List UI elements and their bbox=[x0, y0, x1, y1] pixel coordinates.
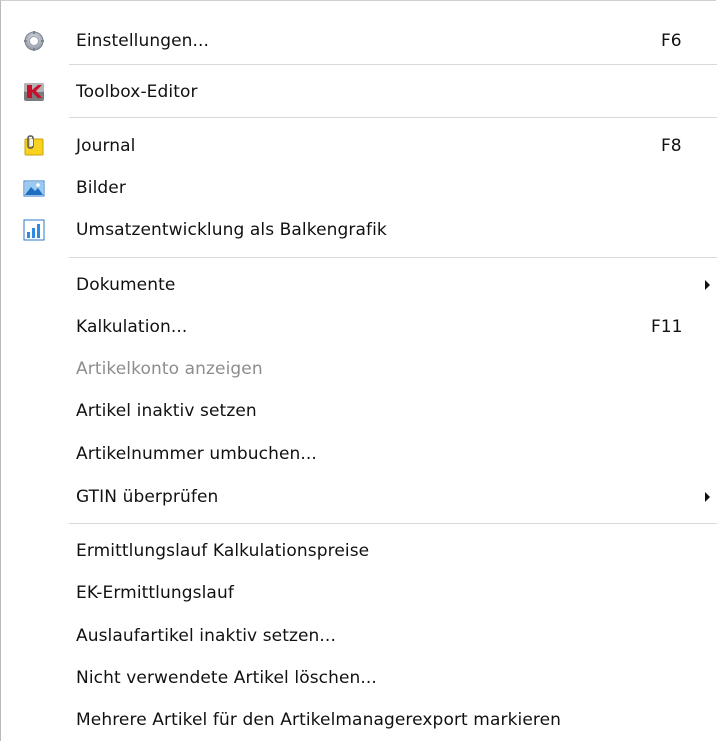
menu-separator bbox=[69, 523, 717, 524]
menu-item-label: Kalkulation... bbox=[76, 317, 188, 337]
bar-chart-icon bbox=[23, 219, 45, 241]
menu-item-label: Mehrere Artikel für den Artikelmanagerex… bbox=[76, 710, 562, 730]
menu-item-label: Artikelkonto anzeigen bbox=[76, 359, 263, 379]
menu-item-label: Bilder bbox=[76, 178, 126, 198]
menu-separator bbox=[69, 257, 717, 258]
menu-item-umsatzentwicklung[interactable]: Umsatzentwicklung als Balkengrafik bbox=[1, 210, 716, 250]
menu-item-label: Auslaufartikel inaktiv setzen... bbox=[76, 626, 336, 646]
submenu-arrow-icon bbox=[705, 492, 710, 502]
menu-item-label: Umsatzentwicklung als Balkengrafik bbox=[76, 220, 387, 240]
menu-item-auslaufartikel-inaktiv-setzen[interactable]: Auslaufartikel inaktiv setzen... bbox=[1, 616, 716, 656]
menu-item-artikel-inaktiv-setzen[interactable]: Artikel inaktiv setzen bbox=[1, 391, 716, 431]
menu-item-label: GTIN überprüfen bbox=[76, 487, 219, 507]
menu-item-artikelmanagerexport-markieren[interactable]: Mehrere Artikel für den Artikelmanagerex… bbox=[1, 700, 716, 740]
menu-item-label: Artikel inaktiv setzen bbox=[76, 401, 257, 421]
gear-icon bbox=[23, 30, 45, 52]
menu-separator bbox=[69, 117, 717, 118]
journal-icon bbox=[23, 135, 45, 157]
context-menu: Einstellungen... F6 Toolbox-Editor Journ… bbox=[0, 0, 717, 741]
menu-item-label: Nicht verwendete Artikel löschen... bbox=[76, 668, 377, 688]
pictures-icon bbox=[23, 177, 45, 199]
menu-item-bilder[interactable]: Bilder bbox=[1, 168, 716, 208]
menu-separator bbox=[69, 64, 717, 65]
menu-item-label: Toolbox-Editor bbox=[76, 82, 198, 102]
menu-item-einstellungen[interactable]: Einstellungen... F6 bbox=[1, 21, 716, 61]
menu-item-shortcut: F11 bbox=[651, 317, 683, 337]
submenu-arrow-icon bbox=[705, 280, 710, 290]
menu-item-label: Ermittlungslauf Kalkulationspreise bbox=[76, 541, 370, 561]
menu-item-label: Dokumente bbox=[76, 275, 176, 295]
menu-item-journal[interactable]: Journal F8 bbox=[1, 126, 716, 166]
menu-item-toolbox-editor[interactable]: Toolbox-Editor bbox=[1, 72, 716, 112]
menu-item-shortcut: F8 bbox=[661, 136, 682, 156]
menu-item-gtin-ueberpruefen[interactable]: GTIN überprüfen bbox=[1, 477, 716, 517]
menu-item-label: EK-Ermittlungslauf bbox=[76, 583, 234, 603]
menu-item-artikelnummer-umbuchen[interactable]: Artikelnummer umbuchen... bbox=[1, 434, 716, 474]
menu-item-ermittlungslauf-kalkulationspreise[interactable]: Ermittlungslauf Kalkulationspreise bbox=[1, 531, 716, 571]
menu-item-nicht-verwendete-artikel-loeschen[interactable]: Nicht verwendete Artikel löschen... bbox=[1, 658, 716, 698]
menu-item-ek-ermittlungslauf[interactable]: EK-Ermittlungslauf bbox=[1, 573, 716, 613]
menu-item-dokumente[interactable]: Dokumente bbox=[1, 265, 716, 305]
toolbox-icon bbox=[23, 81, 45, 103]
menu-item-label: Einstellungen... bbox=[76, 31, 210, 51]
menu-item-label: Journal bbox=[76, 136, 136, 156]
menu-item-artikelkonto-anzeigen: Artikelkonto anzeigen bbox=[1, 349, 716, 389]
menu-item-shortcut: F6 bbox=[661, 31, 682, 51]
menu-item-kalkulation[interactable]: Kalkulation... F11 bbox=[1, 307, 716, 347]
menu-item-label: Artikelnummer umbuchen... bbox=[76, 444, 317, 464]
